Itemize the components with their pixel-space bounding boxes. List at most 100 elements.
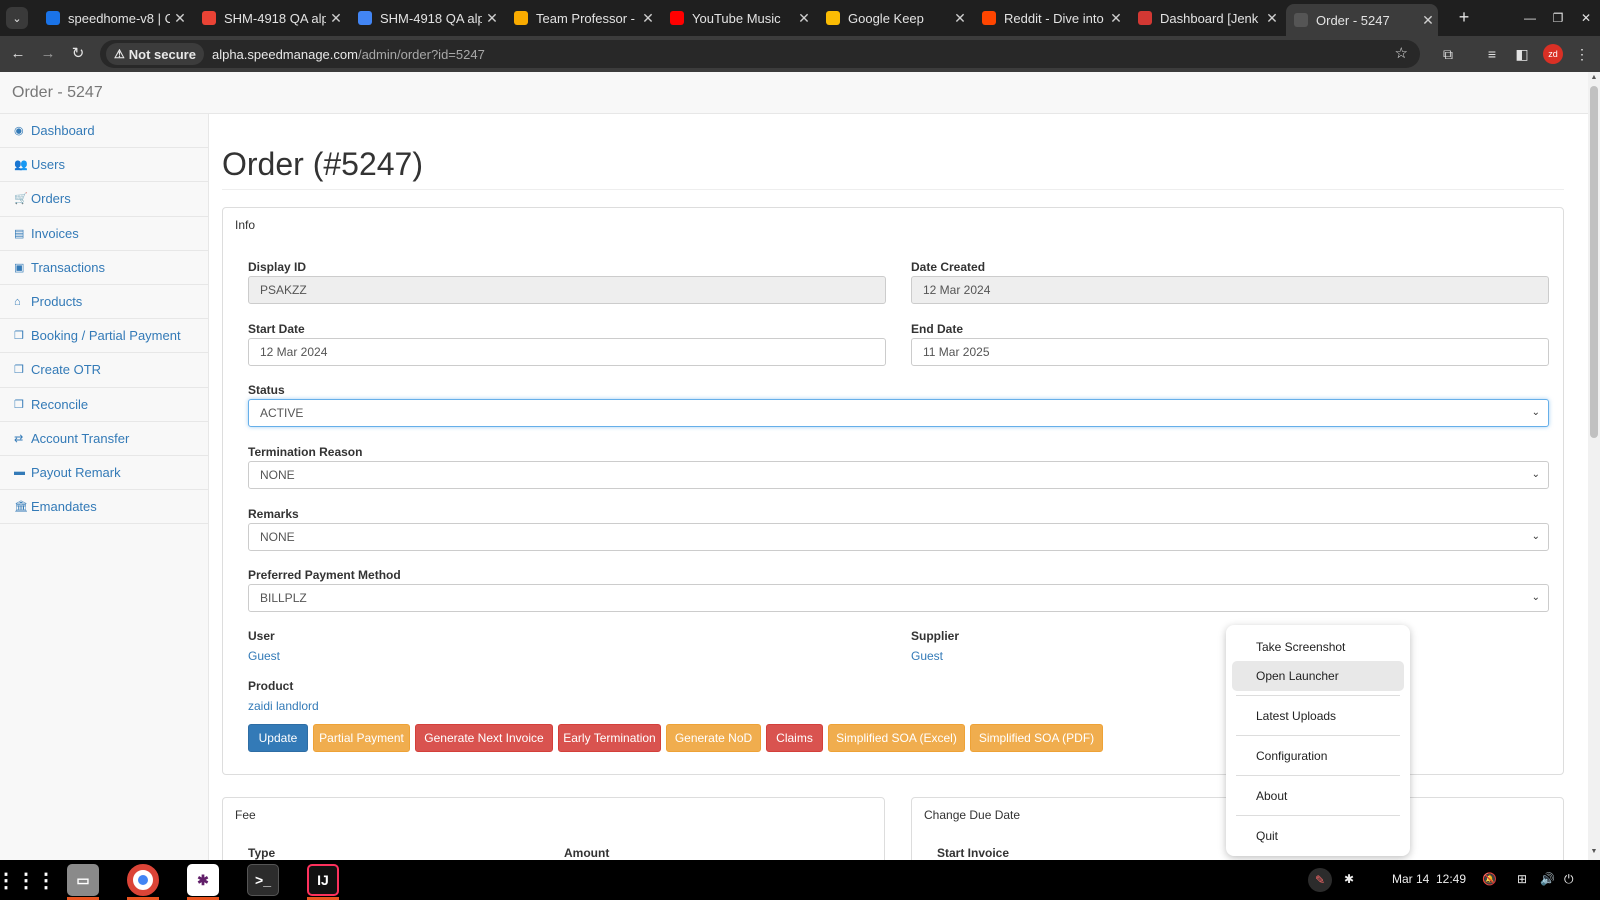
sidebar-item-dashboard[interactable]: ◉ Dashboard	[0, 114, 208, 149]
sidebar-item-label: Orders	[31, 191, 71, 207]
browser-tab[interactable]: speedhome-v8 | C ✕	[38, 4, 190, 32]
window-close-icon[interactable]: ✕	[1576, 8, 1596, 28]
menu-item-configuration[interactable]: Configuration	[1232, 741, 1404, 771]
restore-icon[interactable]: ❐	[1548, 8, 1568, 28]
sidebar-item-products[interactable]: ⌂ Products	[0, 285, 208, 320]
browser-tab[interactable]: Google Keep ✕	[818, 4, 970, 32]
files-app-icon[interactable]: ▭	[67, 864, 99, 896]
early-termination-button[interactable]: Early Termination	[558, 724, 661, 752]
profile-avatar[interactable]: zd	[1543, 44, 1563, 64]
sidebar-item-emandates[interactable]: 🏛 Emandates	[0, 490, 208, 525]
sidebar-item-users[interactable]: 👥 Users	[0, 148, 208, 183]
menu-item-open-launcher[interactable]: Open Launcher	[1232, 661, 1404, 691]
side-panel-icon[interactable]: ◧	[1512, 44, 1532, 64]
browser-tab[interactable]: SHM-4918 QA alp ✕	[350, 4, 502, 32]
browser-tab[interactable]: Reddit - Dive into ✕	[974, 4, 1126, 32]
termination-reason-select[interactable]: NONE ⌄	[248, 461, 1549, 489]
power-icon[interactable]: ⏻	[1564, 872, 1574, 887]
generate-nod-button[interactable]: Generate NoD	[666, 724, 761, 752]
browser-tab[interactable]: YouTube Music ✕	[662, 4, 814, 32]
minimize-icon[interactable]: —	[1520, 8, 1540, 28]
tab-search-chevron-icon[interactable]: ⌄	[6, 7, 28, 29]
bookmark-star-icon[interactable]: ☆	[1395, 44, 1408, 62]
chrome-app-icon[interactable]	[127, 864, 159, 896]
sidebar-item-transactions[interactable]: ▣ Transactions	[0, 251, 208, 285]
intellij-app-icon[interactable]: IJ	[307, 864, 339, 896]
clock-date[interactable]: Mar 14	[1392, 872, 1429, 886]
end-date-input[interactable]: 11 Mar 2025	[911, 338, 1549, 366]
page-scrollbar[interactable]: ▲ ▼	[1588, 72, 1600, 860]
address-bar[interactable]: ⚠ Not secure alpha.speedmanage.com/admin…	[100, 40, 1420, 68]
status-select[interactable]: ACTIVE ⌄	[248, 399, 1549, 427]
partial-payment-button[interactable]: Partial Payment	[313, 724, 410, 752]
sidebar-item-orders[interactable]: 🛒 Orders	[0, 182, 208, 217]
scrollbar-thumb[interactable]	[1590, 86, 1598, 438]
browser-tab[interactable]: Dashboard [Jenk ✕	[1130, 4, 1282, 32]
tab-close-icon[interactable]: ✕	[794, 10, 814, 27]
network-icon[interactable]: ⊞	[1517, 872, 1527, 886]
supplier-link[interactable]: Guest	[911, 649, 943, 663]
supplier-label: Supplier	[911, 629, 960, 643]
bank-icon: 🏛	[14, 501, 28, 514]
sidebar-item-reconcile[interactable]: ❐ Reconcile	[0, 388, 208, 422]
sidebar-item-booking-partial-payment[interactable]: ❐ Booking / Partial Payment	[0, 319, 208, 354]
extensions-puzzle-icon[interactable]: ⧉	[1438, 44, 1458, 64]
tab-close-icon[interactable]: ✕	[482, 10, 502, 27]
navbar: Order - 5247	[0, 72, 1588, 114]
navbar-brand[interactable]: Order - 5247	[12, 84, 103, 102]
sidebar-item-create-otr[interactable]: ❐ Create OTR	[0, 353, 208, 388]
tab-close-icon[interactable]: ✕	[1262, 10, 1282, 27]
menu-item-take-screenshot[interactable]: Take Screenshot	[1232, 632, 1404, 662]
tab-close-icon[interactable]: ✕	[638, 10, 658, 27]
menu-item-latest-uploads[interactable]: Latest Uploads	[1232, 701, 1404, 731]
tab-close-icon[interactable]: ✕	[1418, 12, 1438, 29]
payment-method-select[interactable]: BILLPLZ ⌄	[248, 584, 1549, 612]
user-link[interactable]: Guest	[248, 649, 280, 663]
menu-divider	[1236, 735, 1400, 736]
menu-item-quit[interactable]: Quit	[1232, 821, 1404, 851]
security-chip[interactable]: ⚠ Not secure	[106, 43, 204, 65]
sidebar-item-account-transfer[interactable]: ⇄ Account Transfer	[0, 422, 208, 456]
start-date-input[interactable]: 12 Mar 2024	[248, 338, 886, 366]
simplified-soa-excel-button[interactable]: Simplified SOA (Excel)	[828, 724, 965, 752]
sidebar-item-payout-remark[interactable]: ▬ Payout Remark	[0, 456, 208, 491]
flameshot-tray-icon[interactable]: ✎	[1308, 868, 1332, 892]
cart-icon: 🛒	[14, 193, 28, 206]
browser-tab[interactable]: SHM-4918 QA alp ✕	[194, 4, 346, 32]
scroll-down-icon[interactable]: ▼	[1588, 848, 1600, 855]
volume-icon[interactable]: 🔊	[1540, 872, 1555, 886]
tab-close-icon[interactable]: ✕	[170, 10, 190, 27]
tab-close-icon[interactable]: ✕	[950, 10, 970, 27]
reload-icon[interactable]: ↻	[68, 44, 88, 64]
forward-arrow-icon[interactable]: →	[38, 44, 58, 64]
remarks-select[interactable]: NONE ⌄	[248, 523, 1549, 551]
product-link[interactable]: zaidi landlord	[248, 699, 319, 713]
tab-title: speedhome-v8 | C	[68, 10, 170, 26]
new-tab-plus-icon[interactable]: +	[1452, 6, 1476, 30]
notifications-off-icon[interactable]: 🔕	[1482, 872, 1497, 886]
scroll-up-icon[interactable]: ▲	[1588, 74, 1600, 81]
tab-close-icon[interactable]: ✕	[1106, 10, 1126, 27]
kebab-menu-icon[interactable]: ⋮	[1572, 44, 1592, 64]
back-arrow-icon[interactable]: ←	[8, 44, 28, 64]
claims-button[interactable]: Claims	[766, 724, 823, 752]
slack-app-icon[interactable]: ✱	[187, 864, 219, 896]
update-button[interactable]: Update	[248, 724, 308, 752]
tab-close-icon[interactable]: ✕	[326, 10, 346, 27]
slack-tray-icon[interactable]: ✱	[1344, 872, 1354, 886]
generate-next-invoice-button[interactable]: Generate Next Invoice	[415, 724, 553, 752]
copy-icon: ❐	[14, 398, 24, 411]
sidebar-item-invoices[interactable]: ▤ Invoices	[0, 217, 208, 251]
simplified-soa-pdf-button[interactable]: Simplified SOA (PDF)	[970, 724, 1103, 752]
app-grid-icon[interactable]: ⋮⋮⋮	[0, 864, 56, 896]
browser-tab[interactable]: Team Professor - ✕	[506, 4, 658, 32]
sidebar-item-label: Create OTR	[31, 362, 102, 378]
exchange-icon: ⇄	[14, 432, 24, 445]
info-panel-title: Info	[235, 218, 256, 232]
payment-method-value: BILLPLZ	[260, 591, 307, 605]
clock-time[interactable]: 12:49	[1436, 872, 1466, 886]
browser-tab[interactable]: Order - 5247 ✕	[1286, 4, 1438, 36]
media-queue-icon[interactable]: ≡	[1482, 44, 1502, 64]
menu-item-about[interactable]: About	[1232, 781, 1404, 811]
terminal-app-icon[interactable]: >_	[247, 864, 279, 896]
